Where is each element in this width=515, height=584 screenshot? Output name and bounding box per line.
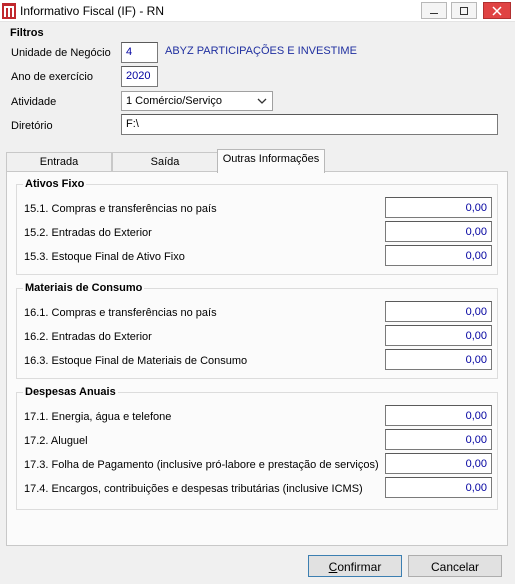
input-16-2[interactable]: 0,00 (385, 325, 492, 346)
filtros-heading: Filtros (10, 27, 44, 39)
group-title-ativos-fixo: Ativos Fixo (23, 178, 87, 190)
group-despesas-anuais: Despesas Anuais 17.1. Energia, água e te… (16, 386, 498, 510)
confirmar-label: onfirmar (337, 560, 382, 574)
tab-outras-informacoes[interactable]: Outras Informações (217, 149, 325, 173)
row-label-16-1: 16.1. Compras e transferências no país (24, 307, 217, 319)
atividade-value: 1 Comércio/Serviço (126, 95, 222, 107)
empresa-nome: ABYZ PARTICIPAÇÕES E INVESTIME (165, 45, 357, 57)
group-title-materiais-consumo: Materiais de Consumo (23, 282, 145, 294)
input-17-4[interactable]: 0,00 (385, 477, 492, 498)
row-label-17-2: 17.2. Aluguel (24, 435, 88, 447)
row-label-17-3: 17.3. Folha de Pagamento (inclusive pró-… (24, 459, 379, 471)
atividade-select[interactable]: 1 Comércio/Serviço (121, 91, 273, 111)
window-title: Informativo Fiscal (IF) - RN (20, 4, 165, 18)
tab-saida[interactable]: Saída (112, 152, 218, 172)
group-materiais-consumo: Materiais de Consumo 16.1. Compras e tra… (16, 282, 498, 379)
input-15-2[interactable]: 0,00 (385, 221, 492, 242)
group-title-despesas-anuais: Despesas Anuais (23, 386, 118, 398)
unidade-label: Unidade de Negócio (11, 47, 111, 59)
input-16-3[interactable]: 0,00 (385, 349, 492, 370)
cancelar-button[interactable]: Cancelar (408, 555, 502, 577)
input-16-1[interactable]: 0,00 (385, 301, 492, 322)
title-bar: Informativo Fiscal (IF) - RN (0, 0, 515, 22)
row-label-17-1: 17.1. Energia, água e telefone (24, 411, 172, 423)
input-17-3[interactable]: 0,00 (385, 453, 492, 474)
diretorio-input[interactable]: F:\ (121, 114, 498, 135)
minimize-icon (430, 12, 438, 14)
close-icon (492, 5, 502, 16)
unidade-input[interactable]: 4 (121, 42, 158, 63)
group-ativos-fixo: Ativos Fixo 15.1. Compras e transferênci… (16, 178, 498, 275)
atividade-label: Atividade (11, 96, 57, 108)
row-label-15-1: 15.1. Compras e transferências no país (24, 203, 217, 215)
chevron-down-icon (257, 98, 267, 104)
diretorio-label: Diretório (11, 120, 53, 132)
row-label-16-2: 16.2. Entradas do Exterior (24, 331, 152, 343)
minimize-button[interactable] (421, 2, 447, 19)
confirmar-button[interactable]: Confirmar (308, 555, 402, 577)
tab-entrada[interactable]: Entrada (6, 152, 112, 172)
input-15-3[interactable]: 0,00 (385, 245, 492, 266)
maximize-button[interactable] (451, 2, 477, 19)
app-logo-icon (2, 3, 16, 19)
row-label-15-2: 15.2. Entradas do Exterior (24, 227, 152, 239)
tab-panel-outras-informacoes: Ativos Fixo 15.1. Compras e transferênci… (6, 171, 508, 546)
row-label-15-3: 15.3. Estoque Final de Ativo Fixo (24, 251, 185, 263)
close-button[interactable] (483, 2, 511, 19)
row-label-17-4: 17.4. Encargos, contribuições e despesas… (24, 483, 363, 495)
input-15-1[interactable]: 0,00 (385, 197, 492, 218)
ano-input[interactable]: 2020 (121, 66, 158, 87)
input-17-2[interactable]: 0,00 (385, 429, 492, 450)
row-label-16-3: 16.3. Estoque Final de Materiais de Cons… (24, 355, 248, 367)
input-17-1[interactable]: 0,00 (385, 405, 492, 426)
ano-label: Ano de exercício (11, 71, 93, 83)
maximize-icon (460, 6, 468, 15)
